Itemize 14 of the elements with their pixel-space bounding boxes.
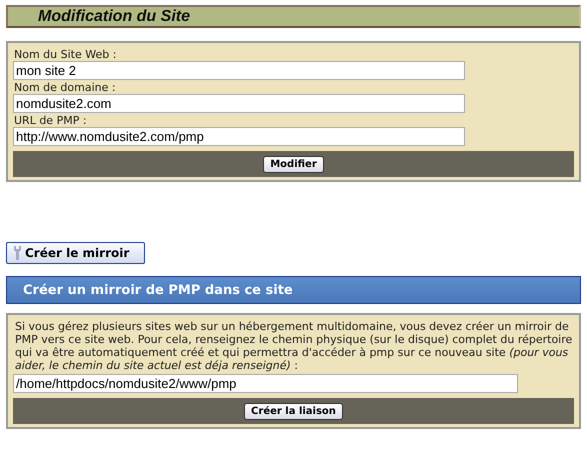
- section-title: Créer un mirroir de PMP dans ce site: [23, 282, 293, 298]
- field-label: Nom de domaine :: [14, 82, 116, 94]
- create-mirror-button[interactable]: Créer le mirroir: [6, 242, 145, 264]
- path-input-field[interactable]: /home/httpdocs/nomdusite2/www/pmp: [13, 374, 518, 393]
- modify-button[interactable]: Modifier: [263, 156, 324, 172]
- page-title: Modification du Site: [38, 8, 190, 26]
- input-field[interactable]: nomdusite2.com: [13, 94, 465, 113]
- input-field[interactable]: http://www.nomdusite2.com/pmp: [13, 127, 465, 146]
- create-link-button[interactable]: Créer la liaison: [244, 402, 343, 420]
- description-text: Si vous gérez plusieurs sites web sur un hébergement multidomaine, vous devez créer un mirroir de PMP vers ce site web. Pour cela, renseignez le chemin physique (sur le disque) complet du répertoire qui va être automatiquement créé et qui permettra d'accéder à pmp sur ce nouveau site (pour vous aider, le chemin du site actuel est déja renseigné) :: [15, 320, 574, 372]
- field-label: Nom du Site Web :: [14, 49, 116, 61]
- input-field[interactable]: mon site 2: [13, 61, 465, 80]
- tool-icon: [12, 245, 22, 261]
- field-label: URL de PMP :: [14, 115, 87, 127]
